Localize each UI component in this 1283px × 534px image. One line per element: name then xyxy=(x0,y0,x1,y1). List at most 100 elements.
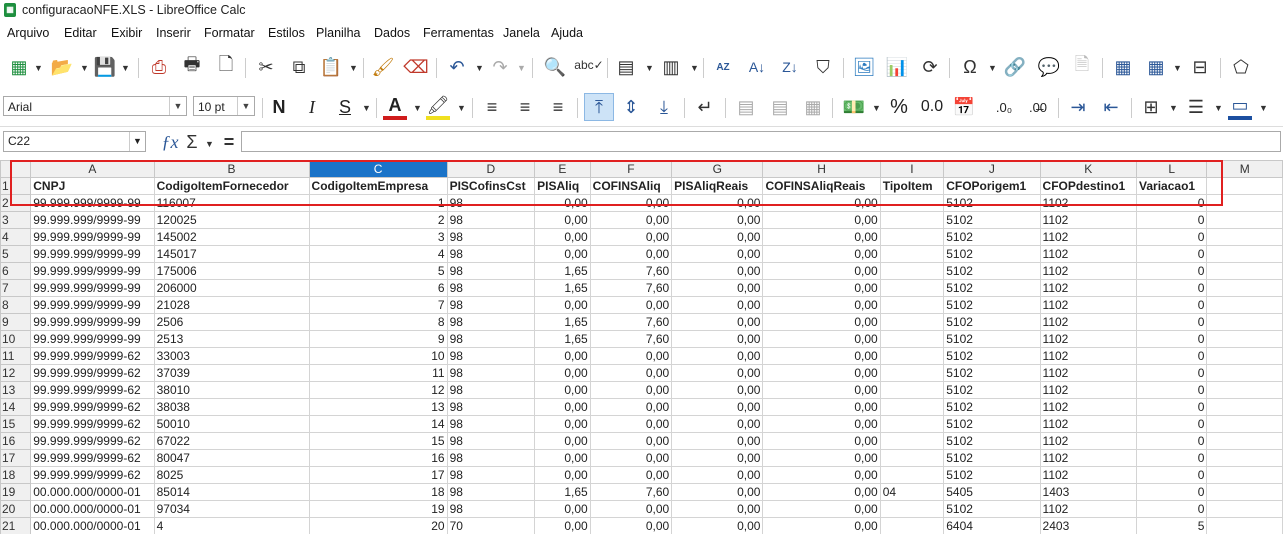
cell[interactable]: 99.999.999/9999-99 xyxy=(30,296,155,314)
row-icon[interactable]: ▤ xyxy=(615,56,637,78)
cell[interactable]: 5102 xyxy=(943,466,1041,484)
cell[interactable]: 0,00 xyxy=(762,415,881,433)
cell[interactable]: 00.000.000/0000-01 xyxy=(30,500,155,518)
menu-ferramentas[interactable]: Ferramentas xyxy=(423,26,494,40)
cell[interactable]: 1,65 xyxy=(534,483,591,501)
row-header[interactable]: 17 xyxy=(0,449,32,467)
cell[interactable]: 0,00 xyxy=(589,296,673,314)
cell[interactable]: 21028 xyxy=(153,296,310,314)
cell[interactable]: 99.999.999/9999-62 xyxy=(30,415,155,433)
header-cell[interactable]: CodigoItemFornecedor xyxy=(153,177,310,195)
chevron-down-icon[interactable]: ▼ xyxy=(349,63,358,73)
cell[interactable]: 0,00 xyxy=(671,347,764,365)
sort-descending-icon[interactable]: Z↓ xyxy=(778,56,802,78)
cell[interactable]: 2403 xyxy=(1039,517,1138,534)
menu-janela[interactable]: Janela xyxy=(503,26,540,40)
cell[interactable]: 0,00 xyxy=(589,517,673,534)
cell[interactable]: 0 xyxy=(1136,364,1208,382)
cell[interactable]: 0,00 xyxy=(589,415,673,433)
cell[interactable] xyxy=(1206,466,1283,484)
hyperlink-icon[interactable]: 🔗 xyxy=(1003,56,1027,78)
chevron-down-icon[interactable]: ▼ xyxy=(1169,103,1178,113)
define-print-area-icon[interactable]: ▦ xyxy=(1111,56,1135,78)
merge-cells-icon[interactable]: ▤ xyxy=(768,96,792,118)
cell[interactable] xyxy=(1206,330,1283,348)
cell[interactable]: 1102 xyxy=(1039,415,1138,433)
cell[interactable]: 0,00 xyxy=(762,245,881,263)
cell[interactable]: 206000 xyxy=(153,279,310,297)
cell[interactable] xyxy=(879,211,945,229)
cell[interactable]: 0,00 xyxy=(589,466,673,484)
cell[interactable] xyxy=(1206,245,1283,263)
decrease-indent-icon[interactable]: ⇤ xyxy=(1099,96,1123,118)
add-decimal-icon[interactable]: .0₀ xyxy=(990,96,1018,118)
number-format-icon[interactable]: 0.0 xyxy=(918,96,946,118)
row-header[interactable]: 20 xyxy=(0,500,32,518)
header-cell[interactable]: CFOPorigem1 xyxy=(943,177,1041,195)
cell[interactable] xyxy=(879,262,945,280)
header-cell[interactable]: PISAliq xyxy=(534,177,591,195)
cell[interactable]: 8 xyxy=(308,313,448,331)
cell[interactable]: 5 xyxy=(1136,517,1208,534)
cell[interactable]: 98 xyxy=(446,279,536,297)
menu-inserir[interactable]: Inserir xyxy=(156,26,191,40)
cell[interactable]: 0,00 xyxy=(671,364,764,382)
cell[interactable]: 0 xyxy=(1136,449,1208,467)
row-header[interactable]: 18 xyxy=(0,466,32,484)
menu-planilha[interactable]: Planilha xyxy=(316,26,360,40)
cell[interactable]: 98 xyxy=(446,381,536,399)
cell[interactable]: 85014 xyxy=(153,483,310,501)
cell[interactable]: 99.999.999/9999-99 xyxy=(30,262,155,280)
cell[interactable]: 13 xyxy=(308,398,448,416)
cell[interactable]: 99.999.999/9999-62 xyxy=(30,466,155,484)
cell[interactable]: 0,00 xyxy=(671,262,764,280)
cell[interactable]: 0,00 xyxy=(589,432,673,450)
column-header-l[interactable]: L xyxy=(1136,160,1208,178)
row-header[interactable]: 8 xyxy=(0,296,32,314)
font-color-icon[interactable]: A xyxy=(383,94,407,120)
cell[interactable]: 0,00 xyxy=(534,364,591,382)
align-top-icon[interactable]: ⤒ xyxy=(584,93,614,121)
cell[interactable]: 33003 xyxy=(153,347,310,365)
menu-ajuda[interactable]: Ajuda xyxy=(551,26,583,40)
cell[interactable]: 1 xyxy=(308,194,448,212)
cell[interactable]: 5102 xyxy=(943,211,1041,229)
cell[interactable]: 98 xyxy=(446,364,536,382)
cell[interactable]: 5102 xyxy=(943,500,1041,518)
row-header[interactable]: 19 xyxy=(0,483,32,501)
cell[interactable]: 11 xyxy=(308,364,448,382)
cell[interactable]: 2 xyxy=(308,211,448,229)
chevron-down-icon[interactable]: ▼ xyxy=(237,97,254,115)
clone-formatting-icon[interactable]: 🖌 xyxy=(372,56,395,78)
cell[interactable]: 5102 xyxy=(943,330,1041,348)
column-icon[interactable]: ▥ xyxy=(660,56,682,78)
cell[interactable]: 0,00 xyxy=(671,245,764,263)
copy-icon[interactable]: ⧉ xyxy=(288,56,310,78)
cell[interactable]: 0,00 xyxy=(762,517,881,534)
cell[interactable]: 6404 xyxy=(943,517,1041,534)
column-header-d[interactable]: D xyxy=(446,160,536,178)
cell[interactable]: 0,00 xyxy=(534,296,591,314)
cell[interactable]: 5102 xyxy=(943,398,1041,416)
cell[interactable]: 15 xyxy=(308,432,448,450)
row-header[interactable]: 12 xyxy=(0,364,32,382)
cell[interactable]: 3 xyxy=(308,228,448,246)
merge-center-icon[interactable]: ▤ xyxy=(734,96,758,118)
cell[interactable]: 5102 xyxy=(943,262,1041,280)
cell[interactable]: 99.999.999/9999-99 xyxy=(30,313,155,331)
formula-icon[interactable]: = xyxy=(220,131,238,153)
cell[interactable]: 0,00 xyxy=(671,381,764,399)
cell[interactable]: 1102 xyxy=(1039,381,1138,399)
cell[interactable] xyxy=(879,500,945,518)
cell[interactable]: 98 xyxy=(446,466,536,484)
cell[interactable]: 67022 xyxy=(153,432,310,450)
cell[interactable] xyxy=(1206,483,1283,501)
cell[interactable]: 0,00 xyxy=(534,211,591,229)
cell[interactable]: 0,00 xyxy=(671,211,764,229)
cell[interactable] xyxy=(879,245,945,263)
export-pdf-icon[interactable]: ⎙ xyxy=(148,56,170,78)
cell[interactable]: 1102 xyxy=(1039,313,1138,331)
row-header[interactable]: 3 xyxy=(0,211,32,229)
cell[interactable]: 98 xyxy=(446,483,536,501)
menu-exibir[interactable]: Exibir xyxy=(111,26,142,40)
